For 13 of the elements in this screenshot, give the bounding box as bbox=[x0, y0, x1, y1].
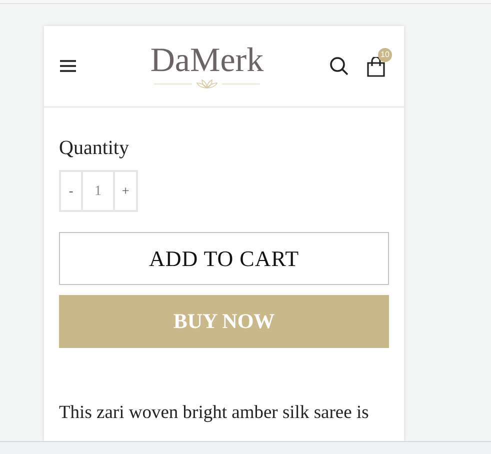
logo-text[interactable]: DaMerk bbox=[150, 43, 264, 79]
decrement-button[interactable]: - bbox=[61, 172, 83, 210]
menu-icon[interactable] bbox=[59, 59, 77, 73]
add-to-cart-button[interactable]: ADD TO CART bbox=[59, 232, 389, 285]
search-icon[interactable] bbox=[329, 56, 349, 76]
shopping-bag-icon[interactable] bbox=[367, 57, 385, 77]
quantity-field[interactable]: 1 bbox=[83, 172, 115, 210]
increment-button[interactable]: + bbox=[115, 172, 136, 210]
description-text: This zari woven bright amber silk saree is bbox=[59, 402, 370, 425]
cart-count-badge: 10 bbox=[378, 48, 392, 62]
lotus-icon bbox=[154, 79, 260, 89]
quantity-label: Quantity bbox=[59, 136, 130, 160]
quantity-stepper[interactable]: - 1 + bbox=[59, 170, 138, 212]
